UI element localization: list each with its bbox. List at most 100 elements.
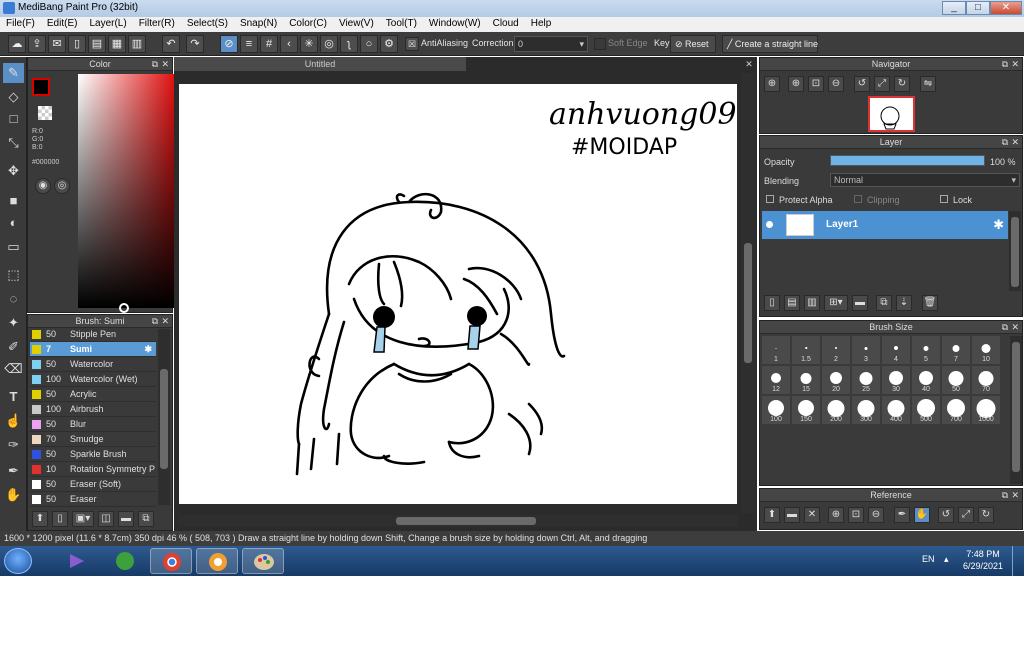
brush-size-cell[interactable]: 1000: [972, 396, 1001, 425]
snap-off-icon[interactable]: ⊘: [220, 35, 238, 53]
menu-layer[interactable]: Layer(L): [83, 17, 132, 29]
visibility-icon[interactable]: [766, 221, 773, 228]
brush-size-cell[interactable]: 500: [912, 396, 941, 425]
fit-screen-icon[interactable]: ⤢: [874, 76, 890, 92]
brush-size-cell[interactable]: 70: [972, 366, 1001, 395]
minimize-button[interactable]: _: [942, 1, 966, 15]
straight-line-button[interactable]: ╱ Create a straight line: [722, 35, 818, 53]
brush-size-cell[interactable]: 20: [822, 366, 851, 395]
parallel-snap-icon[interactable]: ≡: [240, 35, 258, 53]
eraser-tool-icon[interactable]: ◇: [3, 87, 24, 107]
canvas-vertical-scrollbar[interactable]: [741, 73, 755, 513]
zoom-in-icon[interactable]: ⊕: [828, 507, 844, 523]
brush-size-cell[interactable]: 1: [762, 336, 791, 365]
brush-folder-icon[interactable]: ▬: [118, 511, 134, 527]
saturation-value-picker[interactable]: [78, 74, 181, 313]
dock-icon[interactable]: ⧉: [1002, 321, 1008, 334]
rotate-left-icon[interactable]: ↺: [854, 76, 870, 92]
layer-folder-icon[interactable]: ▬: [852, 295, 868, 311]
show-desktop-button[interactable]: [1012, 546, 1024, 576]
bucket-tool-icon[interactable]: ◐: [3, 213, 24, 233]
menu-tool[interactable]: Tool(T): [380, 17, 423, 29]
menu-window[interactable]: Window(W): [423, 17, 487, 29]
scrollbar-thumb[interactable]: [1011, 217, 1019, 287]
menu-filter[interactable]: Filter(R): [133, 17, 181, 29]
brush-size-cell[interactable]: 10: [972, 336, 1001, 365]
brush-size-cell[interactable]: 300: [852, 396, 881, 425]
brush-size-cell[interactable]: 1.5: [792, 336, 821, 365]
brush-size-cell[interactable]: 200: [822, 396, 851, 425]
flip-icon[interactable]: ⇋: [920, 76, 936, 92]
reference-close-icon[interactable]: ✕: [804, 507, 820, 523]
clock[interactable]: 7:48 PM 6/29/2021: [960, 548, 1006, 572]
start-button[interactable]: [4, 548, 32, 574]
cloud-icon[interactable]: ☁: [8, 35, 26, 53]
brush-list-item[interactable]: 50 Eraser (Soft): [30, 477, 156, 492]
cross-snap-icon[interactable]: #: [260, 35, 278, 53]
hand-tool-icon[interactable]: ✋: [3, 485, 24, 505]
lasso-tool-icon[interactable]: ◌: [3, 289, 24, 309]
scrollbar-thumb[interactable]: [744, 243, 752, 363]
stroke-tool-icon[interactable]: ⤡: [3, 133, 24, 153]
add-layer-menu-icon[interactable]: ⊞▾: [824, 295, 848, 311]
vanishing-snap-icon[interactable]: ‹: [280, 35, 298, 53]
brush-list-scrollbar[interactable]: [158, 329, 170, 505]
foreground-color-swatch[interactable]: [32, 78, 50, 96]
brush-settings-icon[interactable]: ◫: [98, 511, 114, 527]
brush-size-cell[interactable]: 50: [942, 366, 971, 395]
clipping-checkbox[interactable]: [854, 195, 862, 203]
trash-icon[interactable]: 🗑: [922, 295, 938, 311]
antialiasing-checkbox[interactable]: ☒: [405, 37, 419, 51]
menu-cloud[interactable]: Cloud: [487, 17, 525, 29]
correction-select[interactable]: 0 ▾: [514, 36, 588, 52]
brush-list-item[interactable]: 50 Acrylic: [30, 387, 156, 402]
circle-snap-icon[interactable]: ○: [360, 35, 378, 53]
merge-down-icon[interactable]: ⇣: [896, 295, 912, 311]
close-icon[interactable]: ✕: [161, 315, 169, 328]
fit-screen-icon[interactable]: ⤢: [958, 507, 974, 523]
brush-size-cell[interactable]: 3: [852, 336, 881, 365]
transparent-color-swatch[interactable]: [38, 106, 52, 120]
hand-icon[interactable]: ✋: [914, 507, 930, 523]
move-tool-icon[interactable]: ✥: [3, 161, 24, 181]
divide-tool-icon[interactable]: ✑: [3, 435, 24, 455]
duplicate-layer-icon[interactable]: ⧉: [876, 295, 892, 311]
scrollbar-thumb[interactable]: [1012, 342, 1020, 472]
new-8bit-layer-icon[interactable]: ▥: [804, 295, 820, 311]
dock-icon[interactable]: ⧉: [1002, 58, 1008, 71]
brush-add-icon[interactable]: ⬆: [32, 511, 48, 527]
brush-list-item[interactable]: 50 Watercolor: [30, 357, 156, 372]
palette-icon[interactable]: ◉: [35, 178, 51, 194]
soft-edge-checkbox[interactable]: [594, 38, 606, 50]
rotate-right-icon[interactable]: ↻: [894, 76, 910, 92]
radial-snap-icon[interactable]: ✳: [300, 35, 318, 53]
brush-new-icon[interactable]: ▯: [52, 511, 68, 527]
operation-tool-icon[interactable]: ☝: [3, 411, 24, 431]
zoom-out-icon[interactable]: ⊖: [868, 507, 884, 523]
dock-icon[interactable]: ⧉: [1002, 489, 1008, 502]
drawing-canvas[interactable]: anhvuong098 #MOIDAP: [179, 84, 737, 504]
gear-icon[interactable]: ✱: [144, 342, 152, 357]
scrollbar-thumb[interactable]: [160, 369, 168, 469]
eyedropper-tool-icon[interactable]: ✒: [3, 461, 24, 481]
brush-list-item[interactable]: 100 Watercolor (Wet): [30, 372, 156, 387]
reset-button[interactable]: ⊘ Reset: [670, 35, 716, 53]
brush-size-cell[interactable]: 400: [882, 396, 911, 425]
brush-size-cell[interactable]: 700: [942, 396, 971, 425]
document-tab[interactable]: Untitled: [174, 57, 466, 71]
zoom-in-icon[interactable]: ⊕: [788, 76, 804, 92]
select-rect-tool-icon[interactable]: ⬚: [3, 265, 24, 285]
share-icon[interactable]: ⇪: [28, 35, 46, 53]
close-button[interactable]: ✕: [990, 1, 1022, 15]
pages-icon[interactable]: ▦: [108, 35, 126, 53]
brush-size-cell[interactable]: 5: [912, 336, 941, 365]
text-tool-icon[interactable]: T: [3, 387, 24, 407]
concentric-snap-icon[interactable]: ◎: [320, 35, 338, 53]
dock-icon[interactable]: ⧉: [1002, 136, 1008, 149]
page-icon[interactable]: ▤: [88, 35, 106, 53]
brush-menu-icon[interactable]: ▣▾: [72, 511, 94, 527]
brush-size-cell[interactable]: 100: [762, 396, 791, 425]
close-icon[interactable]: ✕: [1011, 321, 1019, 334]
close-icon[interactable]: ✕: [1011, 489, 1019, 502]
brush-list-item[interactable]: 50 Sparkle Brush: [30, 447, 156, 462]
